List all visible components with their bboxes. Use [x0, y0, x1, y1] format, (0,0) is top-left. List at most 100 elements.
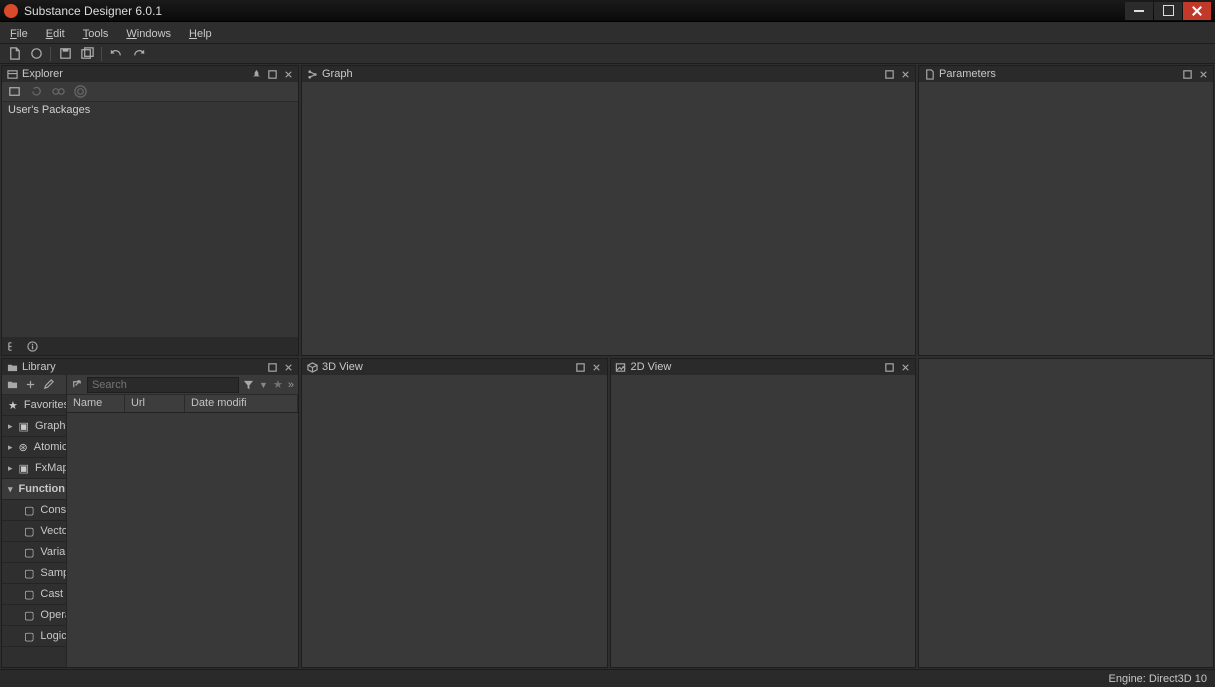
- library-cat-label: Graph Items: [35, 420, 66, 432]
- filter-dropdown-icon[interactable]: ▼: [259, 380, 268, 390]
- app-root: File Edit Tools Windows Help Explorer: [0, 22, 1215, 687]
- library-subcat-logical[interactable]: ▢Logical: [2, 626, 66, 647]
- library-cat-favorites[interactable]: ★ Favorites: [2, 395, 66, 416]
- library-col-name[interactable]: Name: [67, 395, 125, 412]
- menu-windows[interactable]: Windows: [126, 26, 171, 40]
- library-search-input[interactable]: [87, 377, 239, 393]
- panel-pin-icon[interactable]: [250, 68, 262, 80]
- library-cat-label: Atomic Nod...: [34, 441, 66, 453]
- menu-help[interactable]: Help: [189, 26, 212, 40]
- explorer-packages-root[interactable]: User's Packages: [2, 102, 298, 118]
- panel-float-icon[interactable]: [266, 68, 278, 80]
- chevron-down-icon: ▾: [8, 484, 13, 495]
- view2d-canvas[interactable]: [611, 375, 916, 667]
- panel-float-icon[interactable]: [883, 68, 895, 80]
- explorer-footer-tree-icon[interactable]: [6, 340, 18, 352]
- explorer-new-package-icon[interactable]: [6, 84, 22, 100]
- toolbar-save-icon[interactable]: [57, 46, 73, 62]
- parameters-body[interactable]: [919, 82, 1213, 355]
- library-search-row: ▼ ★ »: [67, 375, 298, 395]
- library-cat-label: Favorites: [24, 399, 66, 411]
- view3d-canvas[interactable]: [302, 375, 607, 667]
- panel-parameters: Parameters: [918, 65, 1214, 356]
- library-cat-atomic[interactable]: ▸ ⊛ Atomic Nod...: [2, 437, 66, 458]
- menu-edit[interactable]: Edit: [46, 26, 65, 40]
- panel-float-icon[interactable]: [1181, 68, 1193, 80]
- panel-library-header[interactable]: Library: [2, 359, 298, 375]
- star-icon[interactable]: ★: [272, 379, 284, 391]
- library-col-date[interactable]: Date modifi: [185, 395, 298, 412]
- menu-file[interactable]: File: [10, 26, 28, 40]
- menu-tools[interactable]: Tools: [83, 26, 109, 40]
- library-subcat-cast[interactable]: ▢Cast: [2, 584, 66, 605]
- toolbar-open-icon[interactable]: [28, 46, 44, 62]
- panel-float-icon[interactable]: [266, 361, 278, 373]
- panel-3d-view-header[interactable]: 3D View: [302, 359, 607, 375]
- library-cat-label: Variables: [40, 546, 66, 558]
- panel-float-icon[interactable]: [883, 361, 895, 373]
- explorer-link-icon[interactable]: [50, 84, 66, 100]
- library-cat-graph-items[interactable]: ▸▣Graph Items: [2, 416, 66, 437]
- toolbar-saveall-icon[interactable]: [79, 46, 95, 62]
- folder-icon: ▣: [19, 462, 29, 474]
- library-main: ▼ ★ » Name Url Date modifi: [67, 375, 298, 667]
- window-title: Substance Designer 6.0.1: [24, 4, 162, 18]
- library-col-url[interactable]: Url: [125, 395, 185, 412]
- explorer-footer-info-icon[interactable]: [26, 340, 38, 352]
- panel-graph: Graph: [301, 65, 916, 356]
- library-edit-icon[interactable]: [42, 379, 54, 391]
- library-subcat-vector[interactable]: ▢Vector: [2, 521, 66, 542]
- menubar: File Edit Tools Windows Help: [0, 22, 1215, 44]
- doc-icon: ▢: [24, 567, 34, 579]
- panel-parameters-header[interactable]: Parameters: [919, 66, 1213, 82]
- toolbar-redo-icon[interactable]: [130, 46, 146, 62]
- panel-parameters-lower: [918, 358, 1214, 668]
- parameters-lower-body[interactable]: [919, 359, 1213, 667]
- app-icon: [4, 4, 18, 18]
- library-results[interactable]: [67, 413, 298, 667]
- filter-icon[interactable]: [243, 379, 255, 391]
- popout-icon[interactable]: [71, 379, 83, 391]
- graph-canvas[interactable]: [302, 82, 915, 355]
- panel-close-icon[interactable]: [899, 361, 911, 373]
- panel-2d-view-header[interactable]: 2D View: [611, 359, 916, 375]
- panel-close-icon[interactable]: [282, 68, 294, 80]
- panel-graph-header[interactable]: Graph: [302, 66, 915, 82]
- panel-float-icon[interactable]: [575, 361, 587, 373]
- library-subcat-constant[interactable]: ▢Constant: [2, 500, 66, 521]
- library-more-icon[interactable]: »: [288, 379, 294, 391]
- menu-file-label: ile: [17, 28, 28, 40]
- statusbar-engine: Engine: Direct3D 10: [1109, 673, 1207, 685]
- window-maximize-button[interactable]: [1154, 2, 1182, 20]
- library-add-folder-icon[interactable]: [6, 379, 18, 391]
- panel-close-icon[interactable]: [282, 361, 294, 373]
- explorer-settings-icon[interactable]: [72, 84, 88, 100]
- explorer-toolbar: [2, 82, 298, 102]
- library-cat-label: Cast: [40, 588, 63, 600]
- library-subcat-samplers[interactable]: ▢Samplers: [2, 563, 66, 584]
- panel-explorer-header[interactable]: Explorer: [2, 66, 298, 82]
- doc-icon: ▢: [24, 525, 34, 537]
- library-cat-fxmap[interactable]: ▸▣FxMap Nodes: [2, 458, 66, 479]
- panel-close-icon[interactable]: [899, 68, 911, 80]
- explorer-refresh-icon[interactable]: [28, 84, 44, 100]
- library-subcat-operator[interactable]: ▢Operator: [2, 605, 66, 626]
- toolbar-undo-icon[interactable]: [108, 46, 124, 62]
- doc-icon: ▢: [24, 546, 34, 558]
- panel-library-title: Library: [22, 361, 56, 373]
- panel-2d-view: 2D View: [610, 358, 917, 668]
- library-add-icon[interactable]: [24, 379, 36, 391]
- chevron-right-icon: ▸: [8, 442, 13, 453]
- toolbar-new-icon[interactable]: [6, 46, 22, 62]
- library-subcat-variables[interactable]: ▢ Variables: [2, 542, 66, 563]
- workspace-row-top: Explorer User's Packages: [1, 65, 1214, 356]
- panel-close-icon[interactable]: [591, 361, 603, 373]
- explorer-tree[interactable]: User's Packages: [2, 102, 298, 337]
- library-cat-function[interactable]: ▾Function N...: [2, 479, 66, 500]
- star-icon: ★: [8, 399, 18, 411]
- atom-icon: ⊛: [19, 441, 28, 453]
- panel-close-icon[interactable]: [1197, 68, 1209, 80]
- window-minimize-button[interactable]: [1125, 2, 1153, 20]
- library-panel-icon: [6, 361, 18, 373]
- window-close-button[interactable]: [1183, 2, 1211, 20]
